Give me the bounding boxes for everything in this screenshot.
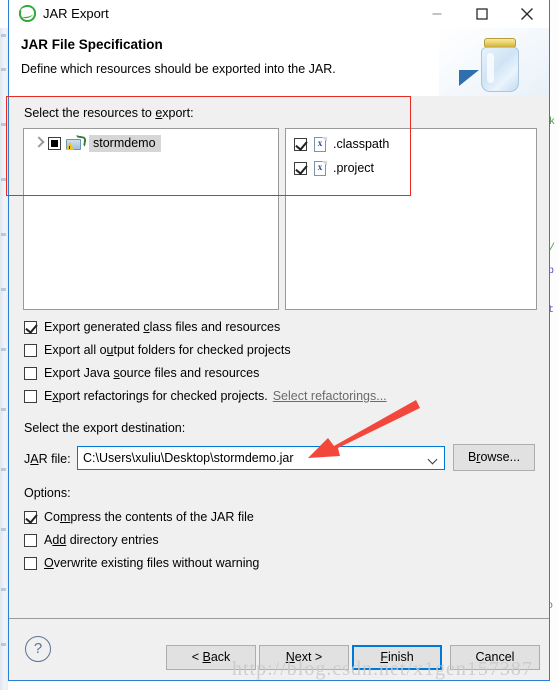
close-button[interactable] [504,0,549,28]
wizard-header: JAR File Specification Define which reso… [9,28,549,96]
browse-button[interactable]: Browse... [453,444,535,471]
next-button[interactable]: Next > [259,645,349,670]
page-title: JAR File Specification [21,37,163,52]
checkbox-compress-contents[interactable]: Compress the contents of the JAR file [24,508,254,526]
eclipse-icon [18,4,37,23]
dialog-body: Select the resources to export: stormdem… [9,96,549,619]
checkbox-box[interactable] [24,389,37,403]
window-title: JAR Export [43,6,109,21]
tree-item-label: stormdemo [89,134,161,152]
chevron-down-icon[interactable] [429,456,437,464]
jar-file-combobox[interactable]: C:\Users\xuliu\Desktop\stormdemo.jar [77,446,445,470]
chevron-right-icon[interactable] [30,134,48,152]
cancel-button[interactable]: Cancel [450,645,540,670]
footer-divider [9,618,549,619]
file-checkbox[interactable] [294,161,307,175]
checkbox-box[interactable] [24,556,37,570]
checkbox-label: Export Java source files and resources [44,366,260,380]
select-refactorings-link[interactable]: Select refactorings... [273,389,387,403]
checkbox-box[interactable] [24,533,37,547]
checkbox-export-java-source[interactable]: Export Java source files and resources [24,364,259,382]
list-item[interactable]: x .project [294,158,374,178]
checkbox-box[interactable] [24,320,37,334]
checkbox-label: Export generated class files and resourc… [44,320,281,334]
file-name: .classpath [333,137,390,151]
checkbox-label: Export all output folders for checked pr… [44,343,291,357]
tree-item-checkbox[interactable] [48,136,61,150]
xml-file-icon: x [314,160,327,176]
checkbox-label: Overwrite existing files without warning [44,556,260,570]
maximize-button[interactable] [459,0,504,28]
title-bar: JAR Export [9,0,549,28]
checkbox-box[interactable] [24,366,37,380]
checkbox-label: Export refactorings for checked projects… [44,389,387,403]
back-button[interactable]: < Back [166,645,256,670]
checkbox-label: Compress the contents of the JAR file [44,510,254,524]
jar-bottle-icon [479,38,521,92]
minimize-button[interactable] [414,0,459,28]
checkbox-box[interactable] [24,510,37,524]
page-subtitle: Define which resources should be exporte… [21,62,336,76]
list-item[interactable]: x .classpath [294,134,389,154]
xml-file-icon: x [314,136,327,152]
options-section-label: Options: [24,486,71,500]
checkbox-export-output-folders[interactable]: Export all output folders for checked pr… [24,341,291,359]
file-checkbox[interactable] [294,137,307,151]
checkbox-export-class-files[interactable]: Export generated class files and resourc… [24,318,280,336]
jar-file-field-label: JAR file: [24,452,71,466]
checkbox-box[interactable] [24,343,37,357]
java-project-warning-icon [66,134,87,151]
checkbox-label: Add directory entries [44,533,159,547]
finish-button[interactable]: Finish [352,645,442,670]
destination-section-label: Select the export destination: [24,421,186,435]
file-name: .project [333,161,374,175]
resources-section-label: Select the resources to export: [24,106,194,120]
jar-file-value: C:\Users\xuliu\Desktop\stormdemo.jar [83,451,294,465]
blue-triangle-icon [459,70,479,86]
resource-file-panel[interactable]: x .classpath x .project [285,128,537,310]
checkbox-overwrite-existing[interactable]: Overwrite existing files without warning [24,554,259,572]
jar-export-dialog: JAR Export JAR File Specification Define… [8,0,550,681]
backdrop-left-strip [0,28,8,690]
tree-item-stormdemo[interactable]: stormdemo [30,133,161,153]
resource-tree-panel[interactable]: stormdemo [23,128,279,310]
checkbox-add-directory-entries[interactable]: Add directory entries [24,531,159,549]
help-icon[interactable]: ? [25,636,51,662]
checkbox-export-refactorings[interactable]: Export refactorings for checked projects… [24,387,387,405]
